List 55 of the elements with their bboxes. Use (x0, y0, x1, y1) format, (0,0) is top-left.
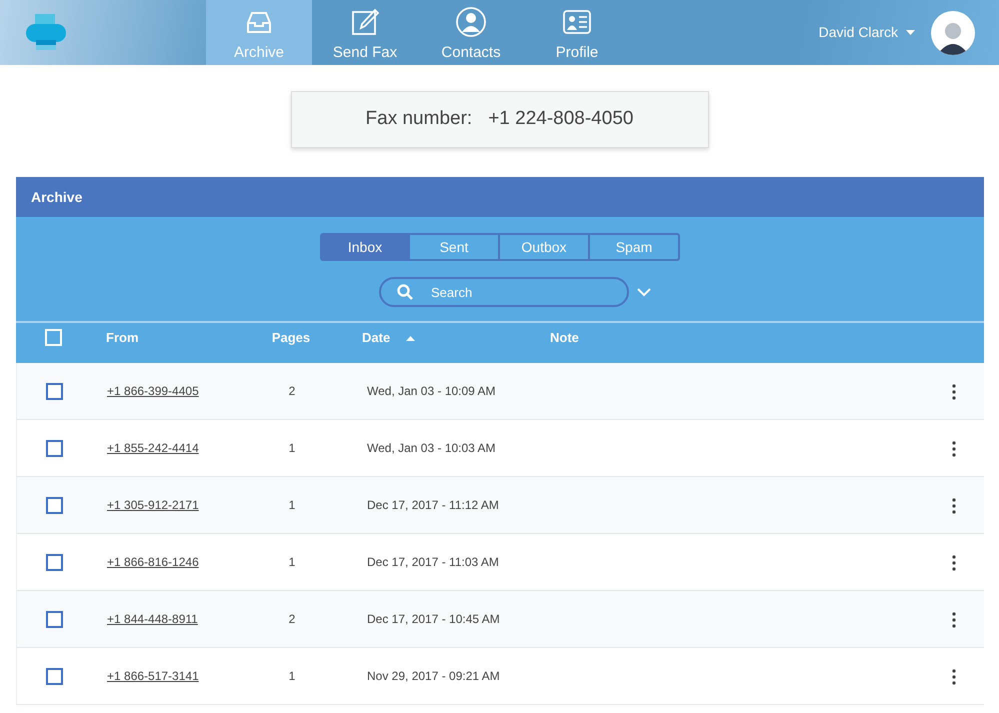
avatar[interactable] (931, 10, 975, 54)
page-count: 1 (288, 555, 296, 569)
date-text: Dec 17, 2017 - 11:12 AM (367, 498, 499, 512)
sender-link[interactable]: +1 855-242-4414 (107, 441, 199, 455)
select-all-checkbox[interactable] (44, 329, 62, 346)
row-checkbox[interactable] (46, 382, 62, 400)
more-options-icon[interactable] (952, 612, 956, 628)
nav-tab[interactable]: Profile (524, 0, 630, 65)
fax-number: +1 224-808-4050 (488, 107, 634, 132)
date-text: Wed, Jan 03 - 10:09 AM (367, 384, 496, 398)
section-title: Archive (16, 177, 984, 217)
column-header[interactable]: Pages (272, 330, 310, 346)
fax-logo-icon (24, 14, 68, 52)
chevron-down-icon[interactable] (637, 288, 651, 296)
date-text: Wed, Jan 03 - 10:03 AM (367, 441, 496, 455)
pencil-square-icon (349, 6, 381, 38)
column-header[interactable]: Date (362, 330, 416, 346)
page-count: 1 (288, 669, 296, 683)
row-checkbox[interactable] (46, 610, 62, 628)
page-count: 1 (288, 441, 296, 455)
column-header[interactable]: From (106, 330, 138, 346)
more-options-icon[interactable] (952, 440, 956, 457)
caret-icon (906, 30, 915, 35)
date-text: Dec 17, 2017 - 10:45 AM (367, 612, 500, 626)
row-checkbox[interactable] (46, 554, 62, 570)
page-count: 2 (288, 612, 296, 626)
more-options-icon[interactable] (952, 498, 956, 514)
user-menu[interactable]: David Clarck (818, 22, 915, 43)
sender-link[interactable]: +1 305-912-2171 (107, 498, 199, 512)
folder-tab[interactable]: Inbox (320, 233, 410, 261)
nav-tab[interactable]: Archive (206, 0, 312, 65)
page-count: 1 (288, 498, 296, 512)
sort-up-icon[interactable] (406, 336, 416, 342)
nav-tab[interactable]: Send Fax (312, 0, 418, 65)
nav-tab[interactable]: Contacts (418, 0, 524, 65)
sender-link[interactable]: +1 866-816-1246 (107, 555, 199, 569)
sender-link[interactable]: +1 844-448-8911 (107, 612, 198, 626)
more-options-icon[interactable] (952, 554, 956, 571)
row-checkbox[interactable] (46, 496, 62, 514)
search-field[interactable]: Search (379, 277, 629, 307)
folder-tab[interactable]: Spam (590, 233, 680, 261)
sender-link[interactable]: +1 866-517-3141 (107, 669, 199, 683)
row-checkbox[interactable] (46, 668, 62, 684)
date-text: Dec 17, 2017 - 11:03 AM (367, 555, 499, 569)
more-options-icon[interactable] (952, 668, 956, 685)
sender-link[interactable]: +1 866-399-4405 (107, 384, 199, 398)
more-options-icon[interactable] (952, 384, 956, 400)
row-checkbox[interactable] (46, 440, 62, 456)
fax-number-label: Fax number: (366, 107, 472, 132)
column-header[interactable]: Note (550, 330, 579, 346)
page-count: 2 (288, 384, 296, 398)
folder-tab[interactable]: Outbox (500, 233, 590, 261)
date-text: Nov 29, 2017 - 09:21 AM (367, 669, 500, 683)
folder-tab[interactable]: Sent (410, 233, 500, 261)
person-circle-icon (455, 6, 487, 38)
